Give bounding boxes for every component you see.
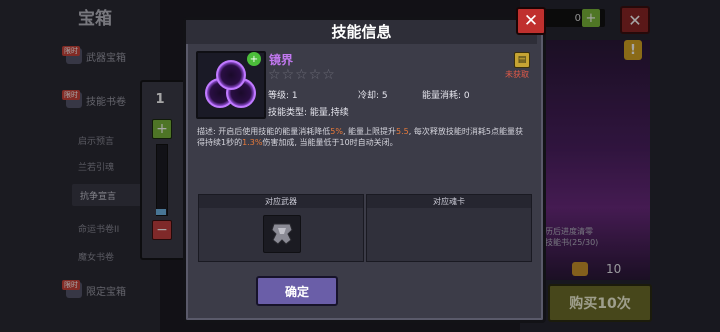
description-highlight: 5% <box>330 127 343 136</box>
description-text: 描述: 开启后使用技能的能量消耗降低 <box>197 127 331 136</box>
skill-type: 技能类型: 能量,持续 <box>268 108 349 118</box>
description-highlight: 5.5 <box>396 127 409 136</box>
description-text: , 能量上限提升 <box>342 127 397 136</box>
star-icon: ☆ <box>308 67 322 83</box>
star-icon: ☆ <box>295 67 308 83</box>
star-rating: ☆ ☆ ☆ ☆ ☆ <box>268 67 335 83</box>
description-text: 伤害加成, 当能量低于10时自动关闭。 <box>262 138 398 147</box>
confirm-button[interactable]: 确定 <box>256 276 338 306</box>
dialog-title: 技能信息 <box>331 23 392 41</box>
related-soulcard-header: 对应魂卡 <box>367 195 531 208</box>
skill-description: 描述: 开启后使用技能的能量消耗降低5%, 能量上限提升5.5, 每次释放技能时… <box>197 126 529 148</box>
skill-level: 等级: 1 <box>268 91 298 101</box>
description-highlight: 1.3% <box>242 138 263 147</box>
upgrade-badge-icon: + <box>247 52 261 66</box>
book-icon: ▤ <box>514 52 530 68</box>
weapon-slot[interactable] <box>263 215 301 253</box>
dialog-close-button[interactable]: ✕ <box>516 7 546 35</box>
skill-energy-cost: 能量消耗: 0 <box>422 91 470 101</box>
skill-name: 镜界 <box>269 53 294 67</box>
star-icon: ☆ <box>268 67 281 83</box>
skill-cooldown: 冷却: 5 <box>358 91 388 101</box>
star-icon: ☆ <box>281 67 295 83</box>
skill-stats: 等级: 1 冷却: 5 能量消耗: 0 <box>268 88 470 101</box>
related-weapon-header: 对应武器 <box>199 195 363 208</box>
acquire-status: 未获取 <box>505 70 529 79</box>
related-soulcard-panel: 对应魂卡 <box>366 194 532 262</box>
star-icon: ☆ <box>322 67 335 83</box>
weapon-icon <box>271 223 293 245</box>
